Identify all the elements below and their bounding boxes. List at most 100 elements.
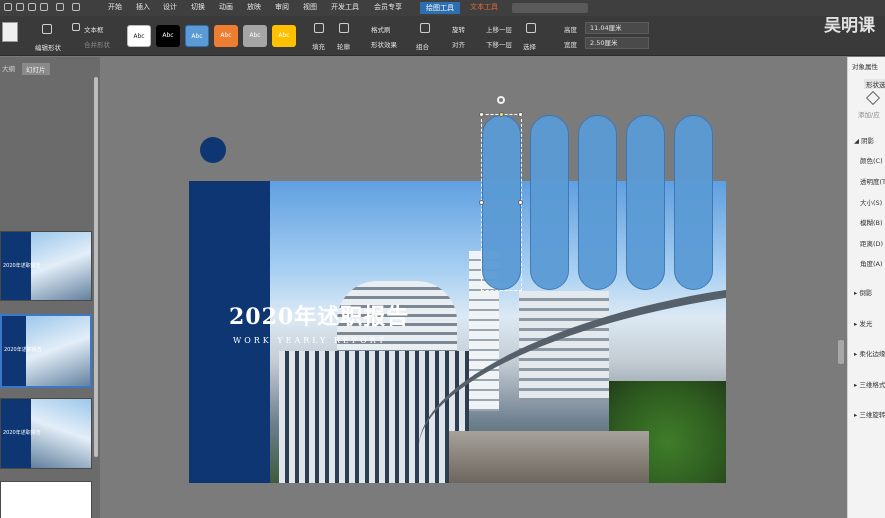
- rounded-rect-shape-1[interactable]: [482, 115, 521, 290]
- align-button[interactable]: 对齐: [452, 39, 465, 49]
- merge-shape-button[interactable]: 合并形状: [84, 39, 110, 49]
- object-properties-panel: 对象属性 形状选 添加/应 ◢ 阴影 颜色(C) 透明度(T) 大小(S) 模糊…: [847, 57, 885, 518]
- style-swatch-orange[interactable]: Abc: [214, 25, 238, 47]
- rounded-rect-shape-4[interactable]: [626, 115, 665, 290]
- rounded-rect-shape-3[interactable]: [578, 115, 617, 290]
- text-box-button[interactable]: 文本框: [84, 24, 104, 34]
- menu-slideshow[interactable]: 放映: [247, 2, 261, 12]
- apply-button[interactable]: 添加/应: [858, 109, 880, 119]
- fill-icon[interactable]: [314, 23, 324, 33]
- file-icon[interactable]: [4, 3, 12, 11]
- style-swatch-gray[interactable]: Abc: [243, 25, 267, 47]
- menu-insert[interactable]: 插入: [136, 2, 150, 12]
- menu-bar: 开始 插入 设计 切换 动画 放映 审阅 视图 开发工具 会员专享 绘图工具 文…: [0, 0, 885, 16]
- text-box-icon[interactable]: [72, 23, 80, 31]
- resize-handle-tl[interactable]: [479, 112, 484, 117]
- group-icon[interactable]: [420, 23, 430, 33]
- menu-text-tools[interactable]: 文本工具: [470, 2, 498, 12]
- style-swatch-black[interactable]: Abc: [156, 25, 180, 47]
- menu-member[interactable]: 会员专享: [374, 2, 402, 12]
- resize-handle-tr[interactable]: [518, 112, 523, 117]
- section-glow[interactable]: ▸ 发光: [854, 318, 872, 328]
- fill-bucket-icon[interactable]: [865, 90, 881, 106]
- menu-transition[interactable]: 切换: [191, 2, 205, 12]
- rotate-button[interactable]: 旋转: [452, 24, 465, 34]
- slide-thumbnail-2[interactable]: 2020年述职报告: [0, 314, 92, 388]
- menu-drawing-tools[interactable]: 绘图工具: [420, 2, 460, 14]
- height-input[interactable]: 11.04厘米: [585, 22, 649, 34]
- section-reflection[interactable]: ▸ 倒影: [854, 287, 872, 297]
- preview-icon[interactable]: [40, 3, 48, 11]
- field-blur[interactable]: 模糊(B): [860, 217, 883, 227]
- width-label: 宽度: [564, 41, 577, 49]
- field-transparency[interactable]: 透明度(T): [860, 176, 885, 186]
- menu-animation[interactable]: 动画: [219, 2, 233, 12]
- redo-icon[interactable]: [72, 3, 80, 11]
- ribbon-toolbar: 编辑形状 文本框 合并形状 Abc Abc Abc Abc Abc Abc 填充…: [0, 16, 885, 56]
- edit-shape-icon[interactable]: [42, 24, 52, 34]
- navy-circle-shape[interactable]: [200, 137, 226, 163]
- select-button[interactable]: 选择: [523, 41, 536, 51]
- tab-slides[interactable]: 幻灯片: [22, 63, 50, 75]
- group-button[interactable]: 组合: [416, 41, 429, 51]
- resize-handle-mr[interactable]: [518, 200, 523, 205]
- print-icon[interactable]: [28, 3, 36, 11]
- panel-title: 对象属性: [852, 63, 878, 71]
- app-window: 开始 插入 设计 切换 动画 放映 审阅 视图 开发工具 会员专享 绘图工具 文…: [0, 0, 885, 518]
- slide-title[interactable]: 2020年述职报告: [229, 299, 409, 331]
- section-soft-edge[interactable]: ▸ 柔化边缘: [854, 348, 885, 358]
- watermark-text: 吴明课: [824, 16, 875, 36]
- undo-icon[interactable]: [56, 3, 64, 11]
- shape-preview-icon[interactable]: [2, 22, 18, 42]
- section-3d-format[interactable]: ▸ 三维格式: [854, 379, 885, 389]
- outline-icon[interactable]: [339, 23, 349, 33]
- menu-developer[interactable]: 开发工具: [331, 2, 359, 12]
- canvas-scrollbar[interactable]: [838, 340, 844, 364]
- section-3d-rotation[interactable]: ▸ 三维旋转: [854, 409, 885, 419]
- thumb-title: 2020年述职报告: [4, 347, 42, 353]
- fill-button[interactable]: 填充: [312, 41, 325, 51]
- select-icon[interactable]: [526, 23, 536, 33]
- slide-thumbnail-4[interactable]: [0, 481, 92, 518]
- rounded-rect-shape-2[interactable]: [530, 115, 569, 290]
- style-swatch-gold[interactable]: Abc: [272, 25, 296, 47]
- field-distance[interactable]: 距离(D): [860, 238, 883, 248]
- thumbnail-scrollbar[interactable]: [94, 77, 98, 457]
- adjust-handle[interactable]: [499, 112, 504, 117]
- thumb-title: 2020年述职报告: [3, 263, 41, 269]
- rounded-rect-shape-5[interactable]: [674, 115, 713, 290]
- shape-effect-button[interactable]: 形状效果: [371, 39, 397, 49]
- format-painter-button[interactable]: 格式刷: [371, 24, 391, 34]
- field-angle[interactable]: 角度(A): [860, 258, 883, 268]
- resize-handle-ml[interactable]: [479, 200, 484, 205]
- slide-thumbnail-3[interactable]: 2020年述职报告: [0, 398, 92, 469]
- height-value: 11.04厘米: [590, 24, 622, 32]
- save-icon[interactable]: [16, 3, 24, 11]
- height-label: 高度: [564, 26, 577, 34]
- bring-forward-button[interactable]: 上移一层: [486, 24, 512, 34]
- section-shadow[interactable]: ◢ 阴影: [854, 135, 874, 145]
- slide-thumbnail-1[interactable]: 2020年述职报告: [0, 231, 92, 301]
- thumb-title: 2020年述职报告: [3, 430, 41, 436]
- outline-button[interactable]: 轮廓: [337, 41, 350, 51]
- menu-review[interactable]: 审阅: [275, 2, 289, 12]
- width-input[interactable]: 2.50厘米: [585, 37, 649, 49]
- slide-thumbnail-panel: 大纲 幻灯片 2020年述职报告 2020年述职报告 2020年述职报告: [0, 57, 100, 518]
- field-color[interactable]: 颜色(C): [860, 155, 883, 165]
- menu-view[interactable]: 视图: [303, 2, 317, 12]
- edit-shape-button[interactable]: 编辑形状: [35, 42, 61, 52]
- style-swatch-white[interactable]: Abc: [127, 25, 151, 47]
- send-backward-button[interactable]: 下移一层: [486, 39, 512, 49]
- shape-options-tab[interactable]: 形状选: [864, 79, 885, 89]
- width-value: 2.50厘米: [590, 39, 618, 47]
- menu-design[interactable]: 设计: [163, 2, 177, 12]
- tab-outline[interactable]: 大纲: [2, 63, 15, 73]
- menu-home[interactable]: 开始: [108, 2, 122, 12]
- slide-subtitle[interactable]: WORK YEARLY REPORT: [233, 336, 387, 345]
- walkway: [449, 431, 649, 483]
- style-swatch-blue[interactable]: Abc: [185, 25, 209, 47]
- navy-side-panel: [189, 181, 270, 483]
- search-box[interactable]: [512, 3, 588, 13]
- rotate-handle-icon[interactable]: [497, 96, 505, 104]
- field-size[interactable]: 大小(S): [860, 197, 882, 207]
